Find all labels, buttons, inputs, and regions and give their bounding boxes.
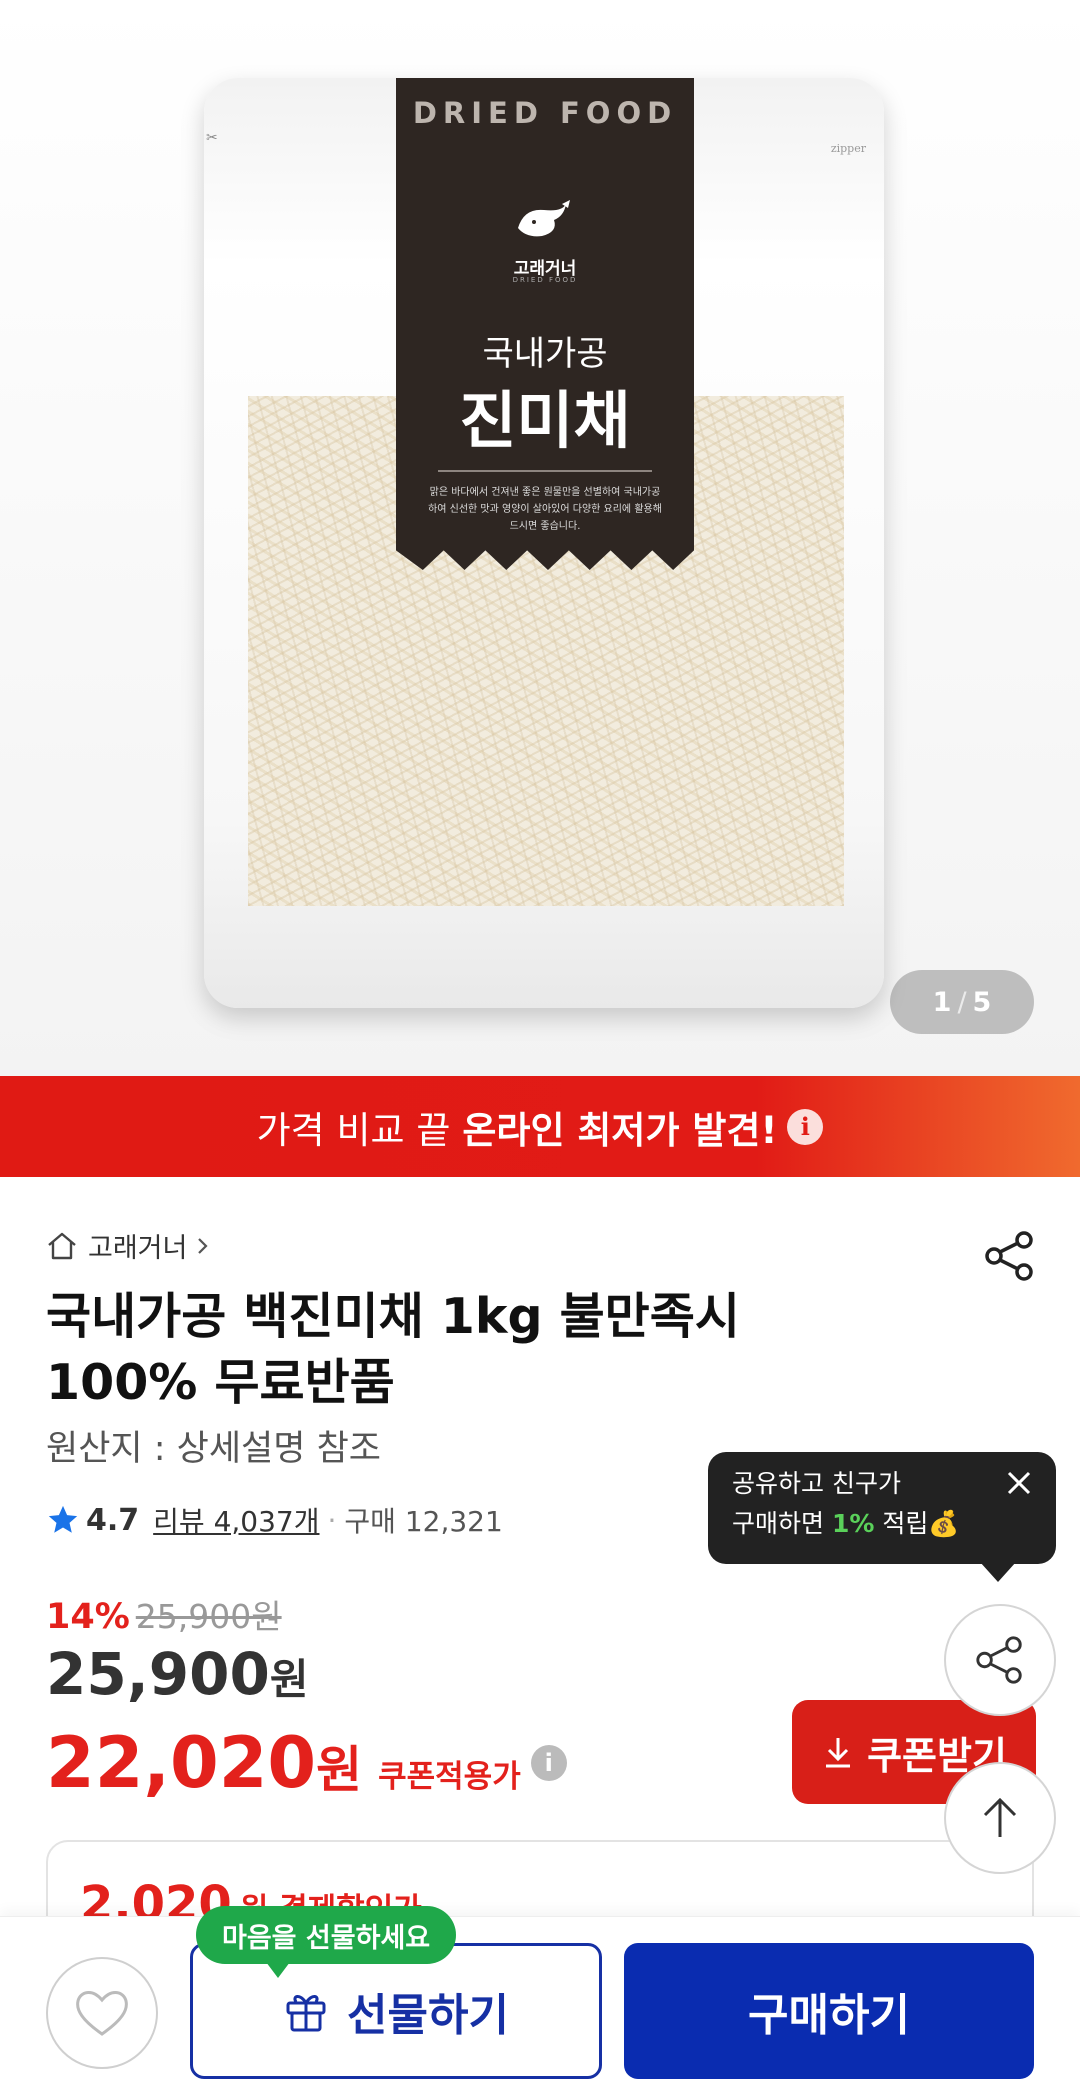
tooltip-line-1: 공유하고 친구가 xyxy=(732,1469,901,1498)
review-count-link[interactable]: 리뷰 4,037개 xyxy=(153,1500,319,1540)
sale-price-number: 25,900 xyxy=(46,1640,270,1708)
product-origin: 원산지 : 상세설명 참조 xyxy=(46,1429,381,1469)
image-pager: 1 / 5 xyxy=(890,970,1034,1034)
package-label-top: DRIED FOOD xyxy=(412,96,678,130)
download-icon xyxy=(826,1738,851,1768)
tooltip-line-2: 구매하면 1% 적립💰 xyxy=(732,1504,1032,1544)
buy-button-label: 구매하기 xyxy=(748,1990,910,2041)
star-icon xyxy=(48,1505,78,1533)
sale-price: 25,900원 xyxy=(46,1640,308,1708)
tear-notch-mark: ✂ xyxy=(206,130,218,146)
product-image-gallery[interactable]: ✂ zipper DRIED FOOD 고래거너 DRIED FOOD 국내가공… xyxy=(0,0,1080,1076)
heart-icon xyxy=(76,1991,128,2036)
package-brand-sub: DRIED FOOD xyxy=(512,276,578,284)
discount-percent: 14% xyxy=(46,1597,130,1637)
coupon-info-icon[interactable]: i xyxy=(530,1745,567,1781)
package-description: 맑은 바다에서 건져낸 좋은 원물만을 선별하여 국내가공하여 신선한 맛과 영… xyxy=(428,487,662,532)
wishlist-button[interactable] xyxy=(46,1957,158,2069)
arrow-up-icon xyxy=(983,1797,1017,1837)
purchase-count: 구매 12,321 xyxy=(344,1505,503,1538)
discount-row: 14% 25,900원 xyxy=(46,1590,282,1638)
tooltip-reward-percent: 1% xyxy=(831,1509,875,1538)
share-icon xyxy=(976,1636,1022,1684)
close-icon[interactable] xyxy=(1004,1468,1034,1498)
gift-button-label: 선물하기 xyxy=(347,1990,509,2041)
package-line-2: 진미채 xyxy=(459,384,631,457)
package-line-1: 국내가공 xyxy=(482,334,608,374)
tooltip-line-2-post: 적립💰 xyxy=(874,1509,960,1538)
coupon-price: 22,020 원 쿠폰적용가 i xyxy=(46,1722,567,1804)
pager-separator: / xyxy=(957,986,967,1018)
banner-strong-text: 온라인 최저가 발견! xyxy=(462,1108,778,1152)
separator-dot: · xyxy=(327,1503,337,1537)
product-title: 국내가공 백진미채 1kg 불만족시 100% 무료반품 xyxy=(46,1288,740,1411)
pager-total: 5 xyxy=(972,986,992,1018)
share-icon[interactable] xyxy=(982,1228,1038,1284)
pager-current: 1 xyxy=(932,986,952,1018)
store-name: 고래거너 xyxy=(88,1233,188,1264)
info-icon[interactable]: i xyxy=(787,1108,824,1145)
chevron-right-icon xyxy=(198,1237,208,1254)
rating-row: 4.7 리뷰 4,037개 · 구매 12,321 xyxy=(46,1500,503,1540)
zipper-mark: zipper xyxy=(830,142,866,155)
share-reward-tooltip: 공유하고 친구가 구매하면 1% 적립💰 xyxy=(708,1452,1056,1582)
lowest-price-banner[interactable]: 가격 비교 끝 온라인 최저가 발견! i xyxy=(0,1076,1080,1177)
coupon-price-currency: 원 xyxy=(316,1741,363,1799)
whale-logo-icon xyxy=(518,200,570,237)
floating-share-button[interactable] xyxy=(944,1604,1056,1716)
gift-icon xyxy=(286,1995,326,2032)
rating-score: 4.7 xyxy=(86,1502,140,1538)
product-package-image: ✂ zipper DRIED FOOD 고래거너 DRIED FOOD 국내가공… xyxy=(204,78,884,1008)
buy-button[interactable]: 구매하기 xyxy=(624,1943,1034,2079)
store-link[interactable]: 고래거너 xyxy=(46,1226,223,1265)
coupon-price-number: 22,020 xyxy=(46,1722,317,1804)
bottom-action-bar: 선물하기 구매하기 xyxy=(0,1916,1080,2100)
package-divider xyxy=(438,470,652,472)
gift-promo-bubble: 마음을 선물하세요 xyxy=(196,1906,457,1978)
original-price: 25,900원 xyxy=(135,1597,282,1636)
package-label: DRIED FOOD 고래거너 DRIED FOOD 국내가공 진미채 맑은 바… xyxy=(396,78,694,570)
tooltip-line-2-pre: 구매하면 xyxy=(732,1509,832,1538)
banner-text: 가격 비교 끝 xyxy=(256,1108,451,1152)
sale-price-currency: 원 xyxy=(269,1655,309,1704)
home-icon xyxy=(48,1232,76,1259)
coupon-price-label: 쿠폰적용가 xyxy=(378,1759,521,1795)
scroll-top-button[interactable] xyxy=(944,1762,1056,1874)
